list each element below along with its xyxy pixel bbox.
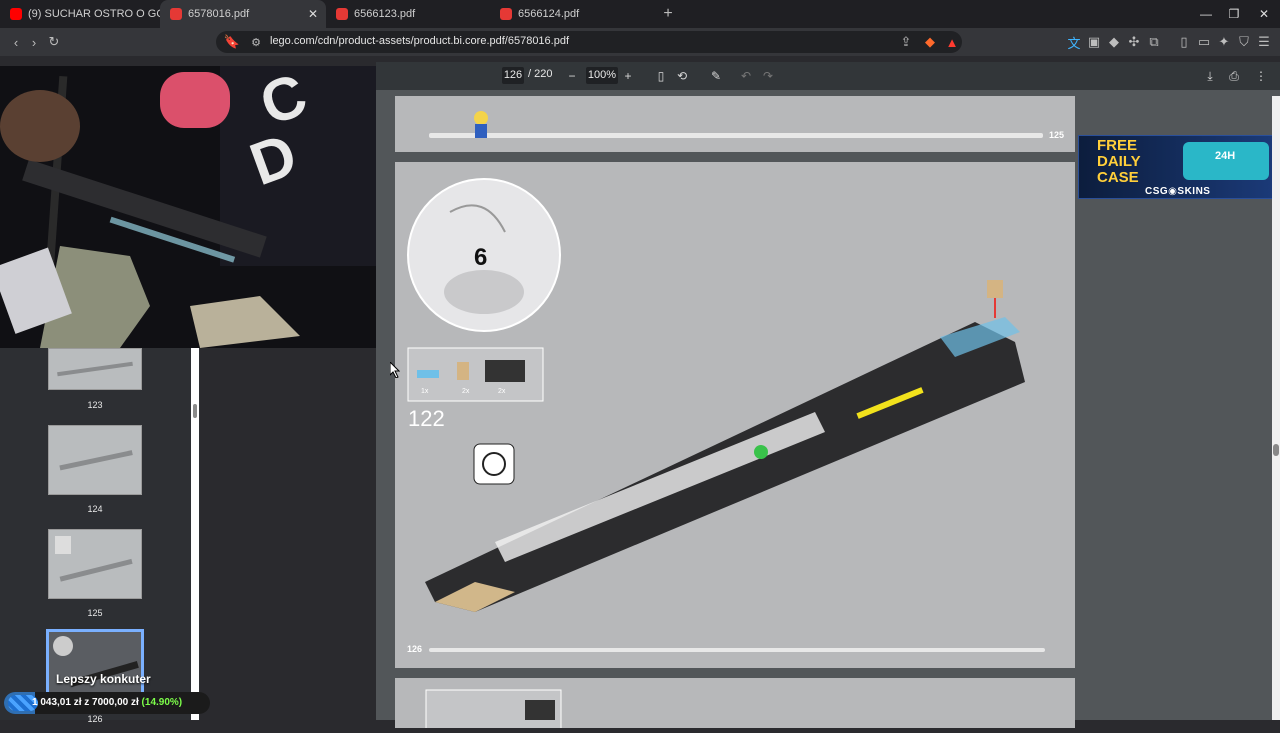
- tab-label: 6566123.pdf: [354, 8, 416, 20]
- site-info-icon[interactable]: ⚙: [246, 32, 266, 52]
- bag-number: 6: [474, 244, 488, 271]
- youtube-icon: [10, 8, 22, 20]
- pdf-page-127: [395, 678, 1075, 731]
- url-text: lego.com/cdn/product-assets/product.bi.c…: [270, 35, 570, 47]
- back-icon[interactable]: ‹: [6, 32, 26, 52]
- page-number-input[interactable]: 126: [502, 67, 524, 84]
- sidebar-scrollbar-thumb[interactable]: [193, 404, 197, 418]
- zoom-out-button[interactable]: −: [563, 67, 581, 85]
- pdf-scrollbar[interactable]: [1272, 96, 1280, 720]
- pdf-icon: [500, 8, 512, 20]
- pdf-scrollbar-thumb[interactable]: [1273, 444, 1279, 456]
- zoom-input[interactable]: 100%: [586, 67, 618, 84]
- webcam-video: C D: [0, 66, 376, 348]
- thumbnail-label: 125: [87, 608, 103, 618]
- screenshot-icon[interactable]: ⧉: [1144, 32, 1164, 52]
- bookmark-icon[interactable]: 🔖: [222, 32, 242, 52]
- page-total: / 220: [528, 68, 553, 80]
- undo-icon[interactable]: ↶: [737, 67, 755, 85]
- annotate-icon[interactable]: ✎: [707, 67, 725, 85]
- fit-page-icon[interactable]: ▯: [652, 67, 670, 85]
- sidebar-icon[interactable]: ▯: [1174, 32, 1194, 52]
- ad-tag: 24H: [1215, 150, 1236, 162]
- rewards-icon[interactable]: ▲: [942, 32, 962, 52]
- address-bar[interactable]: 🔖 ⚙ lego.com/cdn/product-assets/product.…: [216, 31, 962, 53]
- tab-strip: (9) SUCHAR OSTRO O GOODIESI OD 6578016.p…: [0, 0, 1280, 28]
- instruction-illustration: [407, 178, 1045, 652]
- close-window-button[interactable]: ✕: [1248, 0, 1280, 28]
- rotate-icon[interactable]: ⟲: [673, 67, 691, 85]
- goal-separator: z: [84, 697, 90, 708]
- step-number: 122: [408, 406, 445, 431]
- goal-current: 1 043,01 zł: [32, 697, 82, 708]
- reload-icon[interactable]: ↻: [44, 32, 64, 52]
- part-count: 2x: [498, 388, 506, 395]
- close-icon[interactable]: ✕: [308, 7, 318, 21]
- tab-label: 6578016.pdf: [188, 8, 250, 20]
- share-icon[interactable]: ⇪: [896, 32, 916, 52]
- thumbnail-label: 124: [87, 504, 103, 514]
- tab-pdf-6566124[interactable]: 6566124.pdf: [490, 0, 654, 28]
- leo-icon[interactable]: ✦: [1214, 32, 1234, 52]
- ad-headline: FREE DAILY CASE: [1097, 138, 1141, 186]
- download-icon[interactable]: ⤓: [1201, 67, 1219, 85]
- goal-percent: (14.90%): [141, 697, 183, 708]
- new-tab-button[interactable]: +: [654, 0, 682, 28]
- ad-line-3: CASE: [1097, 169, 1139, 186]
- goal-target: 7000,00 zł: [92, 697, 139, 708]
- ad-line-1: FREE: [1097, 137, 1138, 154]
- wallet-icon[interactable]: ▭: [1194, 32, 1214, 52]
- menu-icon[interactable]: ☰: [1254, 32, 1274, 52]
- zoom-in-button[interactable]: +: [619, 67, 637, 85]
- pdf-toolbar: 126 / 220 − 100% + ▯ ⟲ ✎ ↶ ↷ ⤓ ⎙ ⋮: [376, 62, 1280, 90]
- redo-icon[interactable]: ↷: [759, 67, 777, 85]
- mouse-cursor-icon: [390, 362, 400, 378]
- donation-goal-bar: 1 043,01 zł z 7000,00 zł (14.90%): [4, 692, 210, 714]
- goal-text: 1 043,01 zł z 7000,00 zł (14.90%): [32, 697, 182, 708]
- tab-label: (9) SUCHAR OSTRO O GOODIESI OD: [28, 8, 160, 20]
- maximize-button[interactable]: ❐: [1218, 0, 1250, 28]
- tab-pdf-6578016[interactable]: 6578016.pdf ✕: [160, 0, 326, 28]
- goal-title: Lepszy konkuter: [56, 672, 151, 686]
- page-number: 126: [407, 644, 423, 654]
- csgoskins-ad[interactable]: 24H FREE DAILY CASE CSG◉SKINS: [1078, 135, 1274, 199]
- thumbnail-label: 126: [87, 714, 103, 724]
- navigation-bar: ‹ › ↻ 🔖 ⚙ lego.com/cdn/product-assets/pr…: [0, 28, 1280, 56]
- extension-2-icon[interactable]: ◆: [1104, 32, 1124, 52]
- ad-brand: CSG◉SKINS: [1145, 186, 1211, 197]
- translate-icon[interactable]: 文: [1064, 32, 1084, 52]
- more-options-icon[interactable]: ⋮: [1252, 67, 1270, 85]
- extension-icon[interactable]: ▣: [1084, 32, 1104, 52]
- tab-label: 6566124.pdf: [518, 8, 580, 20]
- brave-shield-icon[interactable]: ◆: [920, 32, 940, 52]
- forward-icon[interactable]: ›: [24, 32, 44, 52]
- pdf-icon: [336, 8, 348, 20]
- vpn-icon[interactable]: ⛉: [1234, 32, 1254, 52]
- thumbnail-page-123[interactable]: [48, 348, 142, 390]
- pdf-icon: [170, 8, 182, 20]
- part-count: 1x: [421, 388, 429, 395]
- pdf-page-125: 125: [395, 96, 1075, 152]
- ad-line-2: DAILY: [1097, 153, 1141, 170]
- pdf-page-126: 6 1x 2x 2x 122 126: [395, 162, 1075, 668]
- thumbnail-sidebar: 123 124 125 126: [0, 348, 200, 724]
- thumbnail-page-125[interactable]: [48, 529, 142, 599]
- webcam-image: C D: [0, 66, 376, 348]
- thumbnail-label: 123: [87, 400, 103, 410]
- print-icon[interactable]: ⎙: [1225, 67, 1243, 85]
- page-number: 125: [1049, 130, 1065, 140]
- thumbnail-page-124[interactable]: [48, 425, 142, 495]
- puzzle-icon[interactable]: ✣: [1124, 32, 1144, 52]
- part-count: 2x: [462, 388, 470, 395]
- tab-pdf-6566123[interactable]: 6566123.pdf: [326, 0, 490, 28]
- tab-youtube[interactable]: (9) SUCHAR OSTRO O GOODIESI OD: [0, 0, 160, 28]
